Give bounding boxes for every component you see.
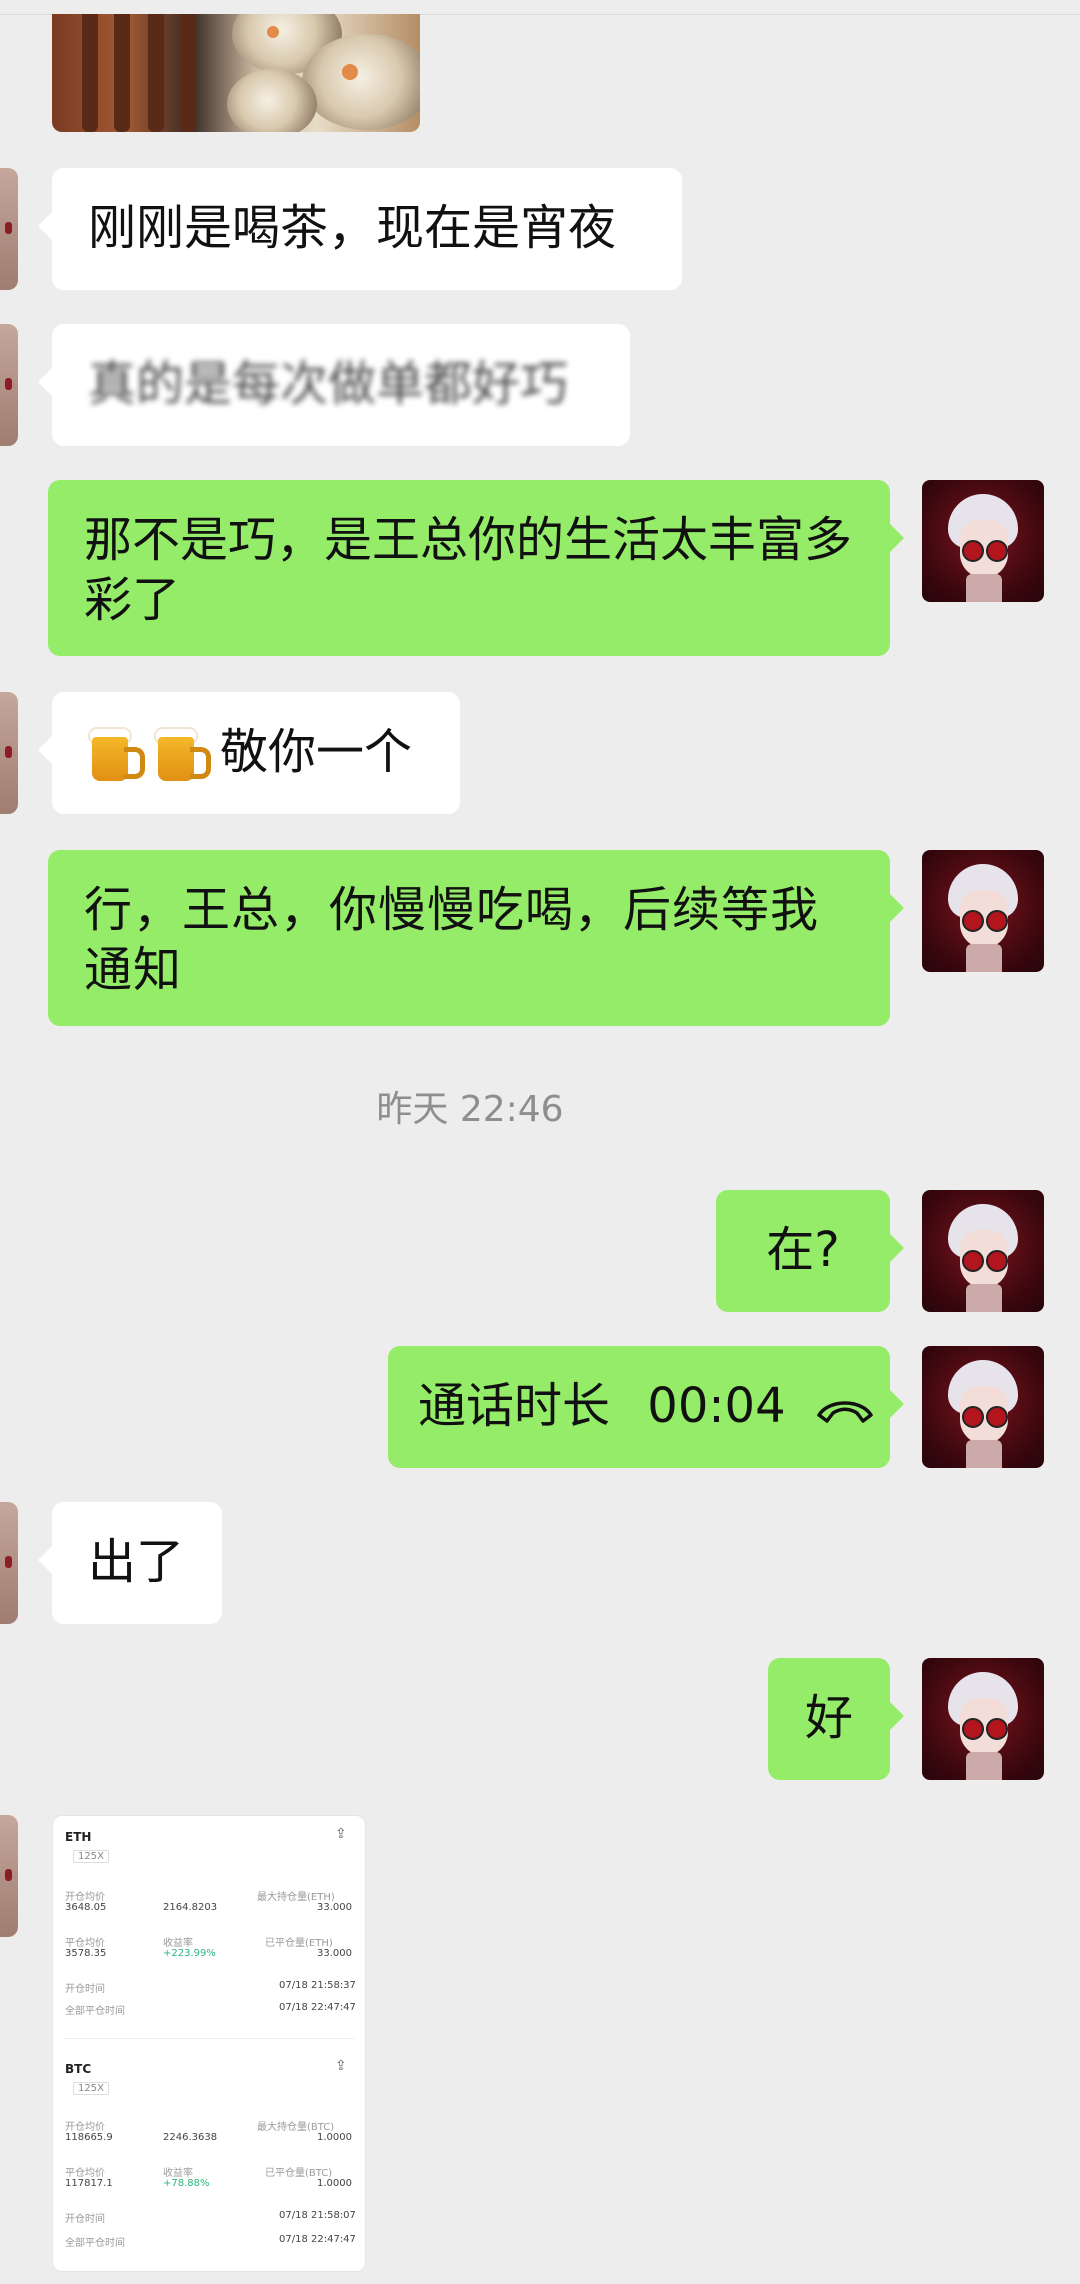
- skewer: [148, 14, 164, 132]
- my-avatar[interactable]: [922, 1658, 1044, 1780]
- share-icon[interactable]: ⇪: [335, 2058, 347, 2074]
- call-record-content: 通话时长 00:04: [418, 1376, 873, 1436]
- skewer: [180, 14, 196, 132]
- label-max-hold: 最大持仓量(ETH): [257, 1892, 335, 1903]
- message-text: 刚刚是喝茶，现在是宵夜: [88, 200, 617, 256]
- beer-mug-icon: [154, 725, 211, 785]
- message-text: 出了: [88, 1534, 185, 1590]
- label-max-hold: 最大持仓量(BTC): [257, 2122, 335, 2133]
- message-text: 在?: [766, 1222, 840, 1278]
- label-yield: 收益率: [163, 1938, 193, 1949]
- food-photo[interactable]: [52, 14, 420, 132]
- trade-screenshot-image[interactable]: ETH 125X ⇪ 开仓均价 3648.05 2164.8203 最大持仓量(…: [52, 1815, 366, 2272]
- message-bubble-incoming[interactable]: 刚刚是喝茶，现在是宵夜: [38, 168, 682, 290]
- my-avatar[interactable]: [922, 1190, 1044, 1312]
- call-record-bubble[interactable]: 通话时长 00:04: [388, 1346, 904, 1468]
- oyster: [302, 34, 420, 130]
- skewer: [82, 14, 98, 132]
- message-bubble-outgoing[interactable]: 好: [768, 1658, 904, 1780]
- beer-mug-icon: [88, 725, 145, 785]
- label-closed: 已平仓量(ETH): [265, 1938, 333, 1949]
- chat-timestamp: 昨天 22:46: [376, 1089, 564, 1130]
- value-pnl: 2164.8203: [163, 1902, 218, 1913]
- label-close-avg: 平仓均价: [65, 1938, 105, 1949]
- message-content: 敬你一个: [88, 722, 424, 785]
- value-full-close: 07/18 22:47:47: [279, 2234, 356, 2245]
- value-open-time: 07/18 21:58:37: [279, 1980, 356, 1991]
- contact-avatar[interactable]: [0, 692, 18, 814]
- label-full-close: 全部平仓时间: [65, 2238, 125, 2249]
- share-icon[interactable]: ⇪: [335, 1826, 347, 1842]
- avatar-glasses: [962, 540, 984, 562]
- label-open-avg: 开仓均价: [65, 1892, 105, 1903]
- position-leverage: 125X: [73, 2082, 109, 2095]
- message-bubble-outgoing[interactable]: 在?: [716, 1190, 904, 1312]
- contact-avatar[interactable]: [0, 1815, 18, 1937]
- top-divider: [0, 0, 1080, 15]
- phone-hangup-icon: [817, 1401, 873, 1423]
- value-close-avg: 3578.35: [65, 1948, 107, 1959]
- value-yield: +223.99%: [163, 1948, 216, 1959]
- label-yield: 收益率: [163, 2168, 193, 2179]
- divider: [63, 2038, 355, 2039]
- my-avatar[interactable]: [922, 1346, 1044, 1468]
- my-avatar[interactable]: [922, 850, 1044, 972]
- label-open-time: 开仓时间: [65, 1984, 105, 1995]
- message-bubble-incoming[interactable]: 出了: [38, 1502, 222, 1624]
- value-close-avg: 117817.1: [65, 2178, 113, 2189]
- message-bubble-incoming[interactable]: 敬你一个: [38, 692, 460, 814]
- position-leverage: 125X: [73, 1850, 109, 1863]
- value-closed: 33.000: [317, 1948, 352, 1959]
- message-text: 行，王总，你慢慢吃喝，后续等我通知: [84, 882, 820, 998]
- message-bubble-outgoing[interactable]: 行，王总，你慢慢吃喝，后续等我通知: [48, 850, 904, 1026]
- value-open-time: 07/18 21:58:07: [279, 2210, 356, 2221]
- contact-avatar[interactable]: [0, 1502, 18, 1624]
- message-text: 那不是巧，是王总你的生活太丰富多彩了: [84, 512, 853, 628]
- label-close-avg: 平仓均价: [65, 2168, 105, 2179]
- message-text: 敬你一个: [220, 724, 413, 780]
- call-duration-value: 00:04: [647, 1378, 786, 1434]
- label-open-time: 开仓时间: [65, 2214, 105, 2225]
- label-open-avg: 开仓均价: [65, 2122, 105, 2133]
- value-pnl: 2246.3638: [163, 2132, 218, 2143]
- value-open-avg: 3648.05: [65, 1902, 107, 1913]
- position-symbol: BTC: [65, 2062, 92, 2076]
- label-full-close: 全部平仓时间: [65, 2006, 125, 2017]
- garnish: [342, 64, 358, 80]
- my-avatar[interactable]: [922, 480, 1044, 602]
- label-closed: 已平仓量(BTC): [265, 2168, 333, 2179]
- value-full-close: 07/18 22:47:47: [279, 2002, 356, 2013]
- garnish: [267, 26, 279, 38]
- value-yield: +78.88%: [163, 2178, 210, 2189]
- skewer: [114, 14, 130, 132]
- position-symbol: ETH: [65, 1830, 92, 1844]
- avatar-glasses: [986, 540, 1008, 562]
- avatar-neck: [966, 574, 1002, 602]
- contact-avatar[interactable]: [0, 324, 18, 446]
- call-duration-label: 通话时长: [418, 1378, 611, 1434]
- contact-avatar[interactable]: [0, 168, 18, 290]
- value-open-avg: 118665.9: [65, 2132, 113, 2143]
- message-text: 真的是每次做单都好巧: [88, 356, 569, 412]
- message-bubble-outgoing[interactable]: 那不是巧，是王总你的生活太丰富多彩了: [48, 480, 904, 656]
- oyster: [227, 69, 317, 132]
- value-max-hold: 33.000: [317, 1902, 352, 1913]
- value-max-hold: 1.0000: [317, 2132, 352, 2143]
- message-text: 好: [804, 1690, 853, 1746]
- value-closed: 1.0000: [317, 2178, 352, 2189]
- message-bubble-incoming[interactable]: 真的是每次做单都好巧: [38, 324, 630, 446]
